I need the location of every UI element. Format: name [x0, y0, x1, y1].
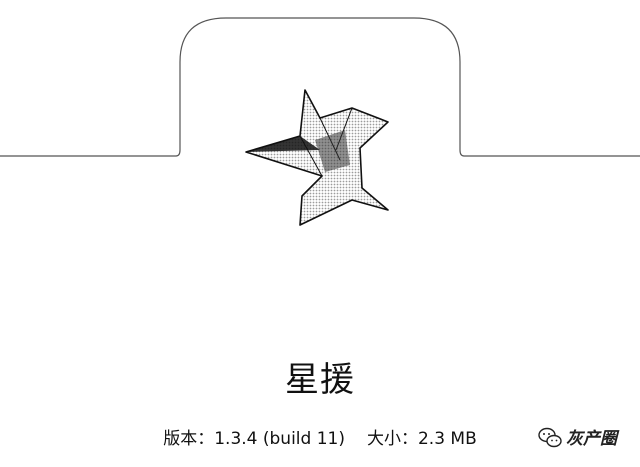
wechat-icon [538, 427, 562, 448]
version-value: 1.3.4 (build 11) [214, 429, 345, 449]
watermark-text: 灰产圈 [566, 429, 617, 449]
watermark: 灰产圈 [538, 425, 638, 453]
size-value: 2.3 MB [417, 429, 477, 449]
app-name: 星援 [285, 360, 355, 400]
star-icon [230, 80, 400, 230]
version-label: 版本： [163, 429, 215, 449]
size-label: 大小： [366, 429, 418, 449]
